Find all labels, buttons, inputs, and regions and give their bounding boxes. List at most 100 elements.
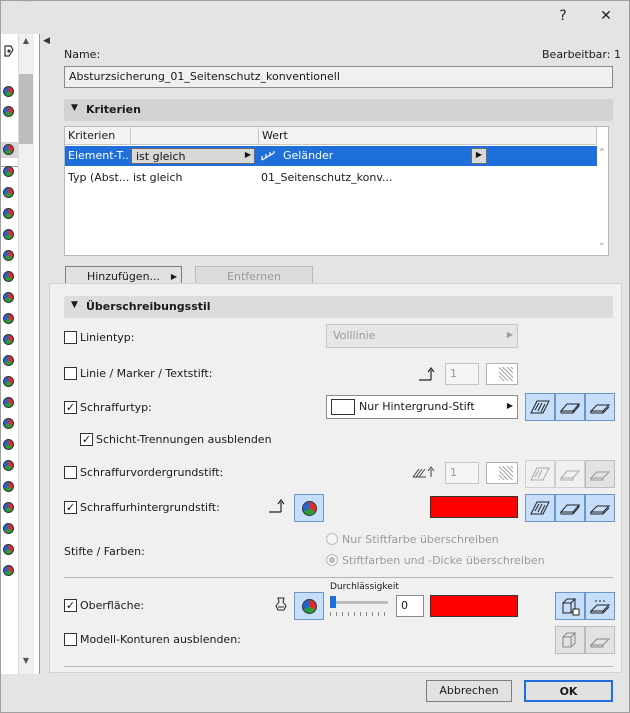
scroll-down-icon[interactable]: ▼ bbox=[19, 656, 33, 668]
list-item[interactable] bbox=[0, 269, 18, 285]
bg-cover-toggle[interactable] bbox=[585, 494, 615, 522]
background-pen-color-swatch[interactable] bbox=[430, 496, 518, 518]
pen-color-weight-radio[interactable] bbox=[326, 554, 338, 566]
scroll-up-icon[interactable]: ⌃ bbox=[598, 148, 606, 158]
column-header[interactable]: Kriterien bbox=[65, 127, 131, 145]
column-header[interactable]: Wert bbox=[259, 127, 597, 145]
cover-fill-icon bbox=[589, 471, 611, 481]
value-dropdown[interactable]: ▶ bbox=[471, 148, 487, 164]
surface-picker[interactable] bbox=[294, 592, 324, 620]
fill-foreground-pen-swatch[interactable] bbox=[486, 462, 518, 484]
hide-model-contours-checkbox[interactable] bbox=[64, 633, 77, 646]
list-item[interactable] bbox=[0, 479, 18, 495]
list-item[interactable] bbox=[0, 332, 18, 348]
ok-button[interactable]: OK bbox=[524, 680, 613, 702]
fg-cut-toggle[interactable] bbox=[555, 460, 585, 488]
list-item[interactable] bbox=[0, 521, 18, 537]
list-item[interactable] bbox=[0, 206, 18, 222]
fill-foreground-pen-checkbox[interactable] bbox=[64, 466, 77, 479]
line-pen-swatch[interactable] bbox=[486, 363, 518, 385]
override-rule-list[interactable]: ▲ ▼ bbox=[0, 34, 40, 674]
list-item[interactable] bbox=[0, 104, 18, 120]
list-item[interactable] bbox=[0, 542, 18, 558]
list-item[interactable] bbox=[0, 416, 18, 432]
list-item[interactable] bbox=[0, 353, 18, 369]
contour-slab-icon bbox=[589, 638, 611, 648]
fill-cut-toggle[interactable] bbox=[555, 393, 585, 421]
pen-color-icon bbox=[3, 439, 14, 450]
transparency-slider-thumb[interactable] bbox=[330, 596, 336, 608]
list-item[interactable] bbox=[0, 290, 18, 306]
pen-color-icon bbox=[3, 355, 14, 366]
list-item[interactable] bbox=[0, 437, 18, 453]
surface-uv-toggle[interactable] bbox=[555, 592, 585, 620]
scroll-up-icon[interactable]: ▲ bbox=[19, 36, 33, 48]
list-scrollbar-thumb[interactable] bbox=[19, 74, 33, 144]
fg-cover-toggle[interactable] bbox=[585, 460, 615, 488]
fill-background-pen-checkbox[interactable]: ✓ bbox=[64, 501, 77, 514]
pens-colors-label: Stifte / Farben: bbox=[64, 545, 145, 558]
override-section-header[interactable]: ▼ Überschreibungsstil bbox=[64, 296, 613, 318]
fill-type-checkbox[interactable]: ✓ bbox=[64, 401, 77, 414]
close-button[interactable]: ✕ bbox=[595, 6, 617, 26]
list-item[interactable] bbox=[0, 248, 18, 264]
help-button[interactable]: ? bbox=[552, 6, 574, 26]
pen-color-icon bbox=[3, 565, 14, 576]
column-header[interactable] bbox=[131, 127, 259, 145]
collapse-left-icon[interactable]: ◀ bbox=[43, 36, 50, 46]
table-row-selected[interactable]: Element-T... ist gleich ▶ Geländer ▶ bbox=[65, 146, 597, 166]
pen-color-icon bbox=[3, 544, 14, 555]
list-item[interactable] bbox=[0, 374, 18, 390]
value-cell: 01_Seitenschutz_konv... bbox=[261, 171, 393, 184]
list-item[interactable] bbox=[0, 395, 18, 411]
contour-slab-toggle[interactable] bbox=[585, 626, 615, 654]
fg-plan-toggle[interactable] bbox=[525, 460, 555, 488]
list-item[interactable] bbox=[0, 500, 18, 516]
pen-color-icon bbox=[3, 250, 14, 261]
list-item[interactable] bbox=[0, 311, 18, 327]
background-pen-picker[interactable] bbox=[294, 494, 324, 522]
foreground-pen-icon bbox=[412, 466, 435, 478]
pen-color-icon bbox=[3, 313, 14, 324]
bg-cut-toggle[interactable] bbox=[555, 494, 585, 522]
transparency-slider[interactable] bbox=[330, 601, 388, 604]
cancel-button[interactable]: Abbrechen bbox=[426, 680, 512, 702]
operator-dropdown[interactable]: ist gleich ▶ bbox=[131, 148, 255, 164]
list-item[interactable] bbox=[0, 458, 18, 474]
fill-foreground-pen-number[interactable]: 1 bbox=[445, 462, 479, 484]
table-row[interactable]: Typ (Abst... ist gleich 01_Seitenschutz_… bbox=[65, 168, 597, 188]
bg-plan-toggle[interactable] bbox=[525, 494, 555, 522]
fill-foreground-pen-label: Schraffurvordergrundstift: bbox=[80, 466, 224, 479]
pen-color-icon bbox=[3, 418, 14, 429]
linetype-checkbox[interactable] bbox=[64, 331, 77, 344]
fill-cover-toggle[interactable] bbox=[585, 393, 615, 421]
fill-hatch-icon bbox=[530, 400, 550, 414]
list-item[interactable] bbox=[0, 185, 18, 201]
surface-plan-toggle[interactable] bbox=[585, 592, 615, 620]
pen-color-icon bbox=[3, 292, 14, 303]
fill-type-dropdown[interactable]: Nur Hintergrund-Stift ▶ bbox=[326, 395, 518, 419]
fill-type-value: Nur Hintergrund-Stift bbox=[359, 400, 475, 413]
pen-color-only-radio[interactable] bbox=[326, 533, 338, 545]
surface-checkbox[interactable]: ✓ bbox=[64, 599, 77, 612]
scroll-down-icon[interactable]: ⌄ bbox=[598, 238, 606, 248]
contour-cube-toggle[interactable] bbox=[555, 626, 585, 654]
list-item[interactable] bbox=[0, 84, 18, 100]
list-item[interactable] bbox=[0, 563, 18, 579]
table-scrollbar[interactable]: ⌃ ⌄ bbox=[598, 126, 609, 256]
line-marker-pen-checkbox[interactable] bbox=[64, 367, 77, 380]
criterion-cell: Typ (Abst... bbox=[68, 171, 130, 184]
surface-color-swatch[interactable] bbox=[430, 595, 518, 617]
linetype-dropdown[interactable]: Volllinie ▶ bbox=[326, 324, 518, 348]
pen-color-icon bbox=[3, 460, 14, 471]
list-item[interactable] bbox=[0, 227, 18, 243]
line-pen-number-field[interactable]: 1 bbox=[445, 363, 479, 385]
criteria-section-header[interactable]: ▼ Kriterien bbox=[64, 99, 613, 121]
name-field[interactable]: Absturzsicherung_01_Seitenschutz_konvent… bbox=[64, 66, 613, 88]
list-item[interactable] bbox=[0, 164, 18, 180]
criteria-table[interactable]: Kriterien Wert Element-T... ist gleich ▶… bbox=[64, 126, 609, 256]
hide-layer-separation-checkbox[interactable]: ✓ bbox=[80, 433, 93, 446]
list-item-selected[interactable] bbox=[0, 142, 18, 158]
transparency-input[interactable]: 0 bbox=[396, 595, 424, 617]
fill-plan-toggle[interactable] bbox=[525, 393, 555, 421]
